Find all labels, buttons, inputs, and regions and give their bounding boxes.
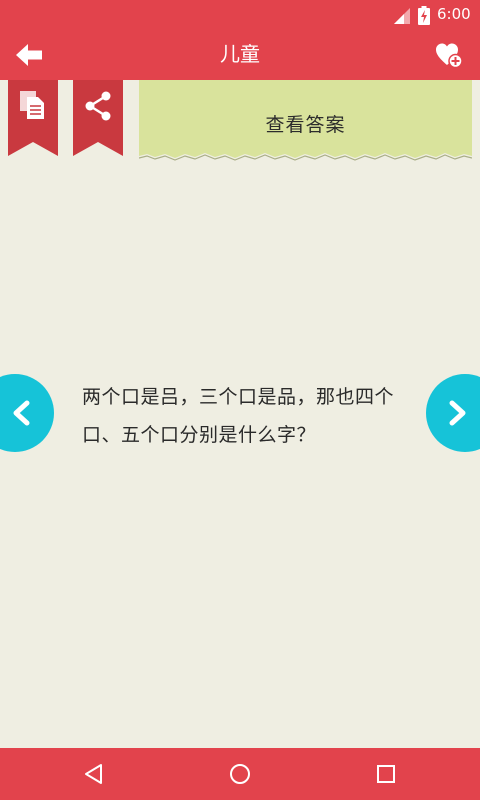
previous-button[interactable] bbox=[0, 374, 54, 452]
signal-icon bbox=[394, 8, 410, 24]
share-icon bbox=[85, 91, 111, 121]
status-time: 6:00 bbox=[437, 5, 471, 23]
screen: 6:00 儿童 查看答案 两个口是吕，三个口是品，那也四个口、五个口分别是什么字… bbox=[0, 0, 480, 800]
status-bar: 6:00 bbox=[0, 0, 480, 30]
back-arrow-icon bbox=[16, 44, 42, 66]
next-button[interactable] bbox=[426, 374, 480, 452]
chevron-left-icon bbox=[13, 400, 30, 426]
chevron-right-icon bbox=[449, 400, 466, 426]
square-recents-icon[interactable] bbox=[374, 762, 398, 786]
battery-icon bbox=[418, 6, 430, 25]
copy-button[interactable] bbox=[8, 80, 58, 156]
triangle-back-icon[interactable] bbox=[82, 762, 106, 786]
back-button[interactable] bbox=[14, 41, 46, 69]
favorite-heart-icon bbox=[436, 43, 463, 69]
view-answer-button[interactable]: 查看答案 bbox=[139, 80, 472, 162]
favorite-button[interactable] bbox=[434, 41, 464, 69]
riddle-text: 两个口是吕，三个口是品，那也四个口、五个口分别是什么字？ bbox=[82, 386, 395, 446]
page-title: 儿童 bbox=[220, 42, 260, 66]
view-answer-label: 查看答案 bbox=[265, 114, 346, 136]
circle-home-icon[interactable] bbox=[228, 762, 252, 786]
copy-document-icon bbox=[20, 91, 44, 119]
system-nav-bar bbox=[0, 748, 480, 800]
action-bar: 儿童 bbox=[0, 30, 480, 80]
share-button[interactable] bbox=[73, 80, 123, 156]
